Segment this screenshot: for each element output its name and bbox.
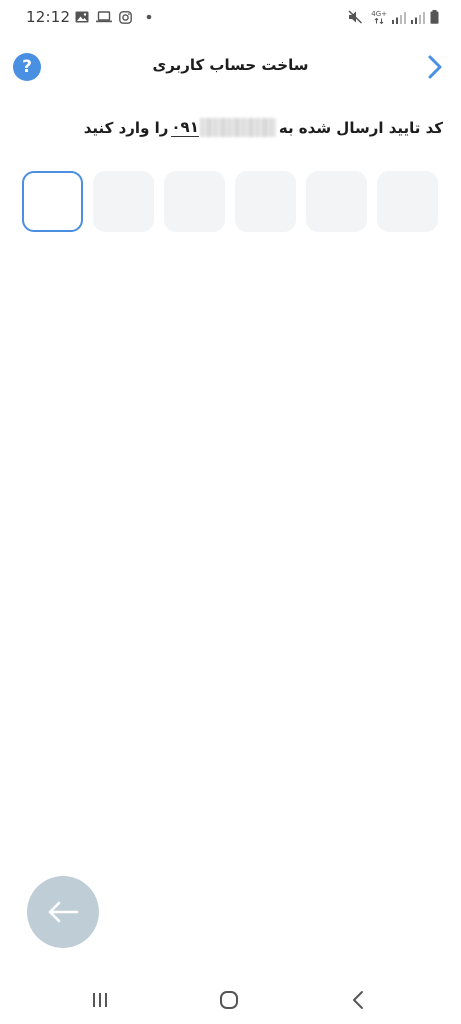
masked-phone-number: ۰۹۱ [171,118,276,137]
instruction-before: کد تایید ارسال شده به [278,118,443,137]
recents-button[interactable] [85,988,115,1012]
otp-input-row [22,171,440,234]
instruction-after: را وارد کنید [83,118,169,137]
status-right-icons: 4G+ [348,9,439,25]
otp-digit-2[interactable] [93,171,154,232]
phone-prefix: ۰۹۱ [171,118,199,137]
chevron-right-icon[interactable] [423,53,447,81]
page-title: ساخت حساب کاربری [152,56,309,74]
otp-digit-4[interactable] [235,171,296,232]
home-button[interactable] [214,988,244,1012]
network-4g-icon: 4G+ [371,9,387,24]
battery-icon [430,10,439,24]
back-button[interactable] [343,988,373,1012]
signal-icon [411,11,425,24]
otp-digit-1[interactable] [22,171,83,232]
gallery-icon [75,11,89,23]
mute-icon [348,10,363,24]
otp-digit-6[interactable] [377,171,438,232]
dot-icon [146,14,152,20]
signal-icon [392,11,406,24]
arrow-left-icon [48,901,79,923]
app-header: ? ساخت حساب کاربری [0,44,461,90]
status-time: 12:12 [26,8,71,26]
recents-icon [93,993,107,1007]
system-nav-bar [0,976,461,1024]
network-label: 4G+ [371,9,387,18]
status-bar: 12:12 4G+ [0,0,461,36]
otp-digit-5[interactable] [306,171,367,232]
laptop-icon [96,11,112,23]
instagram-icon [119,10,132,24]
status-left-icons [75,10,153,24]
next-button[interactable] [27,876,99,948]
otp-digit-3[interactable] [164,171,225,232]
phone-blur-mask [199,118,276,137]
back-icon [353,991,363,1009]
instruction-text: کد تایید ارسال شده به ۰۹۱ را وارد کنید [84,118,443,137]
data-arrows-icon [374,17,384,24]
home-icon [220,991,238,1009]
